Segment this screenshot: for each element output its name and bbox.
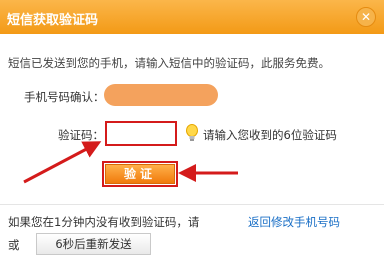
- phone-confirm-label: 手机号码确认：: [24, 90, 105, 104]
- masked-phone-number: [104, 84, 218, 106]
- verify-button-highlight: 验证: [102, 161, 178, 187]
- dialog-title: 短信获取验证码: [7, 13, 99, 28]
- back-to-edit-phone-link[interactable]: 返回修改手机号码: [248, 214, 340, 230]
- code-hint-text: 请输入您收到的6位验证码: [203, 128, 337, 142]
- verification-code-label: 验证码：: [58, 128, 104, 142]
- close-icon: ✕: [360, 10, 372, 24]
- close-button[interactable]: ✕: [356, 7, 376, 27]
- verify-button[interactable]: 验证: [105, 164, 175, 184]
- arrow-to-code-input: [23, 141, 102, 184]
- or-text: 或: [8, 238, 20, 252]
- divider: [0, 204, 384, 205]
- resend-button[interactable]: 6秒后重新发送: [36, 233, 151, 255]
- not-received-text: 如果您在1分钟内没有收到验证码，请: [8, 215, 200, 229]
- intro-text: 短信已发送到您的手机，请输入短信中的验证码，此服务免费。: [8, 56, 330, 70]
- verification-code-input[interactable]: [105, 121, 177, 146]
- lightbulb-icon: [186, 124, 198, 141]
- dialog-title-bar: 短信获取验证码 ✕: [0, 0, 384, 34]
